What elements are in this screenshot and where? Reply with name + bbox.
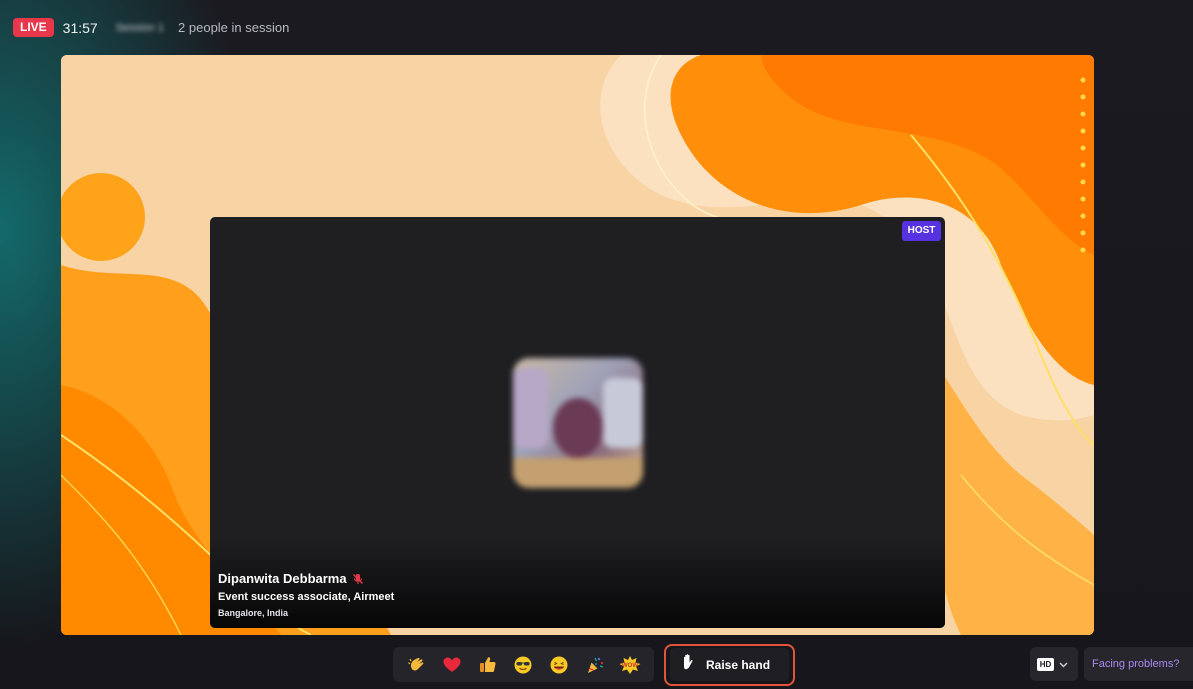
clap-icon[interactable] xyxy=(405,653,429,677)
video-quality-select[interactable]: HD xyxy=(1030,647,1078,681)
laughing-face-icon[interactable] xyxy=(547,653,571,677)
session-timer: 31:57 xyxy=(62,19,98,36)
speaker-avatar xyxy=(513,358,643,488)
session-name: Session 1 xyxy=(115,21,165,34)
speaker-role: Event success associate, Airmeet xyxy=(218,591,395,603)
celebrate-icon[interactable] xyxy=(583,653,607,677)
raise-hand-label: Raise hand xyxy=(706,657,771,672)
reactions-bar: WOW xyxy=(393,647,654,682)
speaker-video-tile[interactable]: HOST Dipanwita Debbarma Event success as… xyxy=(210,217,945,628)
speaker-name: Dipanwita Debbarma xyxy=(218,571,347,586)
heart-icon[interactable] xyxy=(440,653,464,677)
mic-off-icon xyxy=(352,573,364,585)
facing-problems-link[interactable]: Facing problems? xyxy=(1084,647,1193,681)
host-badge: HOST xyxy=(902,221,941,241)
thumbs-up-icon[interactable] xyxy=(476,653,500,677)
wow-icon[interactable]: WOW xyxy=(618,653,642,677)
hd-badge: HD xyxy=(1037,657,1054,671)
hand-icon xyxy=(680,653,698,676)
chevron-down-icon xyxy=(1059,655,1068,673)
session-header: LIVE 31:57 Session 1 2 people in session xyxy=(13,17,289,38)
speaker-location: Bangalore, India xyxy=(218,608,289,618)
live-badge: LIVE xyxy=(13,18,54,37)
cool-face-icon[interactable] xyxy=(511,653,535,677)
raise-hand-button[interactable]: Raise hand xyxy=(670,648,789,681)
speaker-name-row: Dipanwita Debbarma xyxy=(218,571,364,586)
wow-text: WOW xyxy=(622,663,638,669)
people-count: 2 people in session xyxy=(178,20,290,35)
